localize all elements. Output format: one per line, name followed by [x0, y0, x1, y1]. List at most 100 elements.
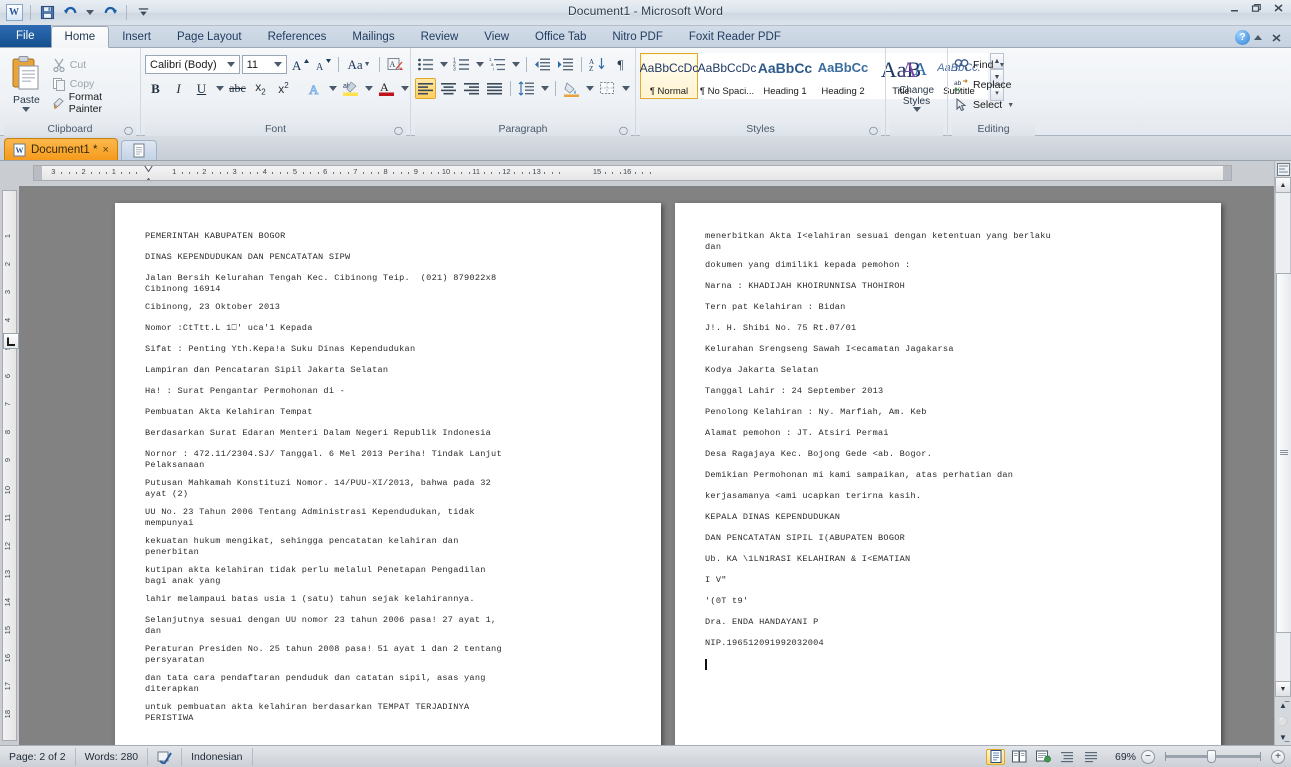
draft-view-button[interactable] — [1082, 749, 1101, 765]
tab-review[interactable]: Review — [408, 26, 472, 47]
justify-button[interactable] — [484, 78, 505, 99]
minimize-ribbon-icon[interactable] — [1254, 35, 1262, 40]
full-screen-reading-view-button[interactable] — [1010, 749, 1029, 765]
document-tab-close-icon[interactable]: × — [102, 144, 108, 156]
undo-button[interactable] — [60, 3, 80, 23]
multilevel-list-button[interactable]: 1ai — [487, 54, 508, 75]
print-layout-view-button[interactable] — [986, 748, 1005, 765]
select-browse-object-button[interactable]: ⚪ — [1275, 713, 1291, 729]
clipboard-dialog-launcher[interactable]: ◯ — [124, 126, 133, 135]
word-app-button[interactable]: W — [4, 3, 24, 23]
numbering-button[interactable]: 123 — [451, 54, 472, 75]
find-button[interactable]: Find ▼ — [952, 56, 1016, 74]
tab-insert[interactable]: Insert — [109, 26, 164, 47]
minimize-button[interactable] — [1224, 1, 1245, 15]
copy-button[interactable]: Copy — [49, 75, 136, 92]
sort-button[interactable]: A Z — [587, 54, 608, 75]
bullets-dropdown-button[interactable] — [438, 54, 449, 75]
save-button[interactable] — [37, 3, 57, 23]
scroll-down-button[interactable]: ▼ — [1275, 681, 1291, 697]
hanging-indent-marker[interactable] — [144, 176, 153, 180]
font-size-combo[interactable]: 11 — [241, 55, 288, 74]
shading-dropdown-button[interactable] — [584, 78, 595, 99]
underline-dropdown-button[interactable] — [214, 78, 225, 99]
line-spacing-dropdown-button[interactable] — [539, 78, 550, 99]
font-color-button[interactable]: A — [376, 78, 397, 99]
document-page-1[interactable]: PEMERINTAH KABUPATEN BOGOR DINAS KEPENDUD… — [115, 203, 661, 745]
close-document-button[interactable] — [1266, 31, 1287, 45]
proofing-status[interactable] — [148, 747, 183, 766]
tab-view[interactable]: View — [471, 26, 522, 47]
superscript-button[interactable]: x2 — [273, 78, 294, 99]
increase-indent-button[interactable] — [555, 54, 576, 75]
multilevel-list-dropdown-button[interactable] — [510, 54, 521, 75]
show-formatting-marks-button[interactable]: ¶ — [610, 54, 631, 75]
font-name-combo[interactable]: Calibri (Body) — [145, 55, 240, 74]
borders-dropdown-button[interactable] — [620, 78, 631, 99]
document-tab-document1[interactable]: W Document1 * × — [4, 138, 118, 160]
tab-home[interactable]: Home — [50, 26, 110, 48]
styles-dialog-launcher[interactable]: ◯ — [869, 126, 878, 135]
tab-mailings[interactable]: Mailings — [339, 26, 407, 47]
tab-references[interactable]: References — [255, 26, 340, 47]
text-effects-button[interactable]: A — [304, 78, 325, 99]
format-painter-button[interactable]: Format Painter — [49, 91, 136, 115]
zoom-level-label[interactable]: 69% — [1106, 751, 1136, 763]
paste-button[interactable]: Paste — [4, 53, 49, 112]
tab-file[interactable]: File — [0, 25, 51, 47]
help-icon[interactable]: ? — [1235, 30, 1250, 45]
find-dropdown-icon[interactable]: ▼ — [998, 62, 1005, 69]
vertical-ruler[interactable]: 123456789101112131415161718 — [2, 190, 17, 741]
style-heading-2[interactable]: AaBbCc Heading 2 — [814, 53, 872, 99]
tab-nitro-pdf[interactable]: Nitro PDF — [599, 26, 675, 47]
subscript-button[interactable]: x2 — [250, 78, 271, 99]
tab-office-tab[interactable]: Office Tab — [522, 26, 599, 47]
text-highlight-button[interactable]: ab — [340, 78, 361, 99]
redo-button[interactable] — [100, 3, 120, 23]
line-spacing-button[interactable] — [516, 78, 537, 99]
tab-foxit-reader-pdf[interactable]: Foxit Reader PDF — [676, 26, 794, 47]
document-page-2[interactable]: menerbitkan Akta I<elahiran sesuai denga… — [675, 203, 1221, 745]
paste-dropdown-icon[interactable] — [22, 107, 31, 112]
zoom-in-button[interactable]: + — [1271, 749, 1285, 764]
cut-button[interactable]: Cut — [49, 56, 136, 73]
previous-page-button[interactable]: ▲̅ — [1275, 697, 1291, 713]
ruler-toggle-button[interactable] — [1275, 161, 1291, 177]
shrink-font-button[interactable]: A — [312, 54, 333, 75]
restore-button[interactable] — [1246, 1, 1267, 15]
scrollbar-track[interactable] — [1275, 193, 1291, 681]
language-indicator[interactable]: Indonesian — [182, 747, 253, 766]
new-document-tab-button[interactable] — [120, 140, 157, 160]
change-case-button[interactable]: Aa ▼ — [344, 54, 374, 75]
zoom-slider[interactable] — [1165, 750, 1261, 763]
select-dropdown-icon[interactable]: ▼ — [1007, 102, 1014, 109]
decrease-indent-button[interactable] — [532, 54, 553, 75]
clear-formatting-button[interactable]: A — [385, 54, 406, 75]
numbering-dropdown-button[interactable] — [474, 54, 485, 75]
font-dialog-launcher[interactable]: ◯ — [394, 126, 403, 135]
borders-button[interactable] — [597, 78, 618, 99]
align-right-button[interactable] — [461, 78, 482, 99]
word-count-indicator[interactable]: Words: 280 — [76, 747, 149, 766]
zoom-slider-thumb[interactable] — [1207, 750, 1216, 763]
underline-button[interactable]: U — [191, 78, 212, 99]
align-center-button[interactable] — [438, 78, 459, 99]
style-normal[interactable]: AaBbCcDc ¶ Normal — [640, 53, 698, 99]
scroll-up-button[interactable]: ▲ — [1275, 177, 1291, 193]
customize-quick-access-toolbar-button[interactable] — [133, 3, 153, 23]
scrollbar-thumb[interactable] — [1276, 273, 1291, 633]
shading-button[interactable] — [561, 78, 582, 99]
text-highlight-dropdown-button[interactable] — [363, 78, 374, 99]
first-line-indent-marker[interactable] — [144, 166, 153, 173]
style-heading-1[interactable]: AaBbCс Heading 1 — [756, 53, 814, 99]
chevron-down-icon[interactable] — [225, 62, 237, 67]
select-button[interactable]: Select ▼ — [952, 96, 1016, 114]
tab-page-layout[interactable]: Page Layout — [164, 26, 255, 47]
outline-view-button[interactable] — [1058, 749, 1077, 765]
horizontal-ruler[interactable]: 3 2 1 1 2 3 4 5 6 7 8 9 10 11 12 13 15 16 — [33, 165, 1232, 181]
paragraph-dialog-launcher[interactable]: ◯ — [619, 126, 628, 135]
align-left-button[interactable] — [415, 78, 436, 99]
text-effects-dropdown-button[interactable] — [327, 78, 338, 99]
tab-stop-selector-button[interactable] — [3, 333, 19, 349]
zoom-out-button[interactable]: − — [1141, 749, 1155, 764]
